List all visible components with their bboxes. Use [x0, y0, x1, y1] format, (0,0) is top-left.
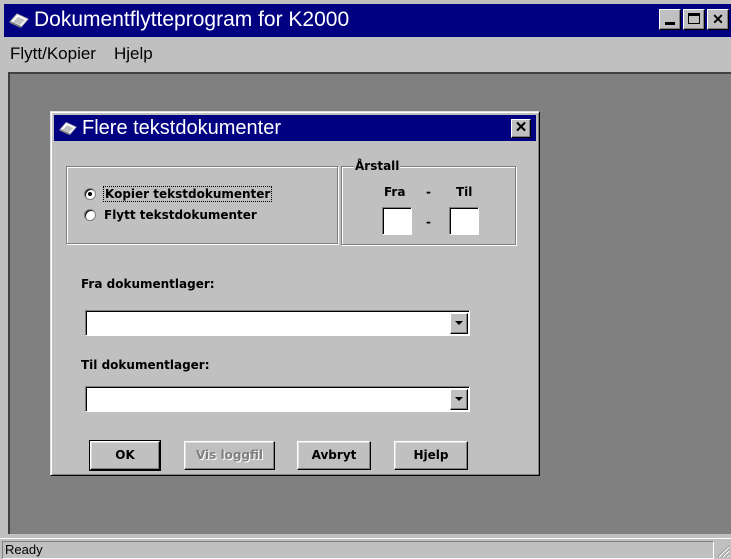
- close-icon: ✕: [712, 11, 724, 27]
- year-to-input[interactable]: [449, 207, 479, 235]
- radio-button-checked[interactable]: [84, 188, 96, 200]
- year-to-label: Til: [456, 185, 473, 199]
- application-icon: [59, 122, 77, 136]
- view-log-button[interactable]: Vis loggfil: [184, 441, 275, 470]
- radio-kopier[interactable]: Kopier tekstdokumenter: [84, 186, 273, 202]
- flere-tekstdokumenter-dialog: Flere tekstdokumenter ✕ Kopier tekstdoku…: [50, 111, 540, 476]
- radio-flytt[interactable]: Flytt tekstdokumenter: [84, 208, 257, 222]
- year-input-dash: -: [426, 215, 431, 229]
- status-text: Ready: [2, 541, 714, 559]
- menubar: Flytt/Kopier Hjelp: [4, 37, 731, 71]
- dialog-titlebar[interactable]: Flere tekstdokumenter ✕: [54, 115, 536, 141]
- year-dash-label: -: [426, 185, 431, 199]
- year-from-label: Fra: [384, 185, 406, 199]
- to-store-label: Til dokumentlager:: [81, 358, 210, 372]
- from-store-label: Fra dokumentlager:: [81, 277, 215, 291]
- radio-flytt-label: Flytt tekstdokumenter: [104, 208, 257, 222]
- dropdown-arrow-icon[interactable]: [450, 313, 468, 334]
- dropdown-arrow-icon[interactable]: [450, 389, 468, 410]
- to-store-combobox[interactable]: [85, 386, 470, 412]
- resize-grip-icon[interactable]: [716, 544, 730, 558]
- minimize-button[interactable]: [659, 9, 681, 30]
- close-button[interactable]: ✕: [707, 9, 729, 30]
- main-window: Dokumentflytteprogram for K2000 ✕ Flytt/…: [0, 0, 731, 559]
- minimize-icon: [665, 22, 675, 25]
- year-from-input[interactable]: [382, 207, 412, 235]
- help-button[interactable]: Hjelp: [394, 441, 468, 470]
- menu-hjelp[interactable]: Hjelp: [108, 43, 161, 65]
- close-icon: ✕: [514, 119, 528, 136]
- year-legend: Årstall: [354, 159, 401, 173]
- window-controls: ✕: [659, 9, 729, 30]
- status-bar: Ready: [0, 538, 731, 559]
- cancel-button[interactable]: Avbryt: [297, 441, 371, 470]
- dialog-title: Flere tekstdokumenter: [82, 117, 281, 139]
- maximize-button[interactable]: [683, 9, 705, 30]
- menu-flytt-kopier[interactable]: Flytt/Kopier: [4, 43, 104, 65]
- radio-kopier-label: Kopier tekstdokumenter: [102, 186, 273, 202]
- from-store-combobox[interactable]: [85, 310, 470, 336]
- dialog-close-button[interactable]: ✕: [511, 119, 531, 138]
- main-titlebar[interactable]: Dokumentflytteprogram for K2000 ✕: [4, 4, 731, 37]
- application-icon: [9, 13, 29, 28]
- mode-group: Kopier tekstdokumenter Flytt tekstdokume…: [66, 166, 338, 244]
- window-title: Dokumentflytteprogram for K2000: [34, 8, 350, 31]
- ok-button[interactable]: OK: [89, 440, 161, 471]
- year-group: Årstall Fra - Til -: [341, 159, 516, 245]
- radio-button[interactable]: [84, 209, 96, 221]
- maximize-icon: [688, 13, 700, 24]
